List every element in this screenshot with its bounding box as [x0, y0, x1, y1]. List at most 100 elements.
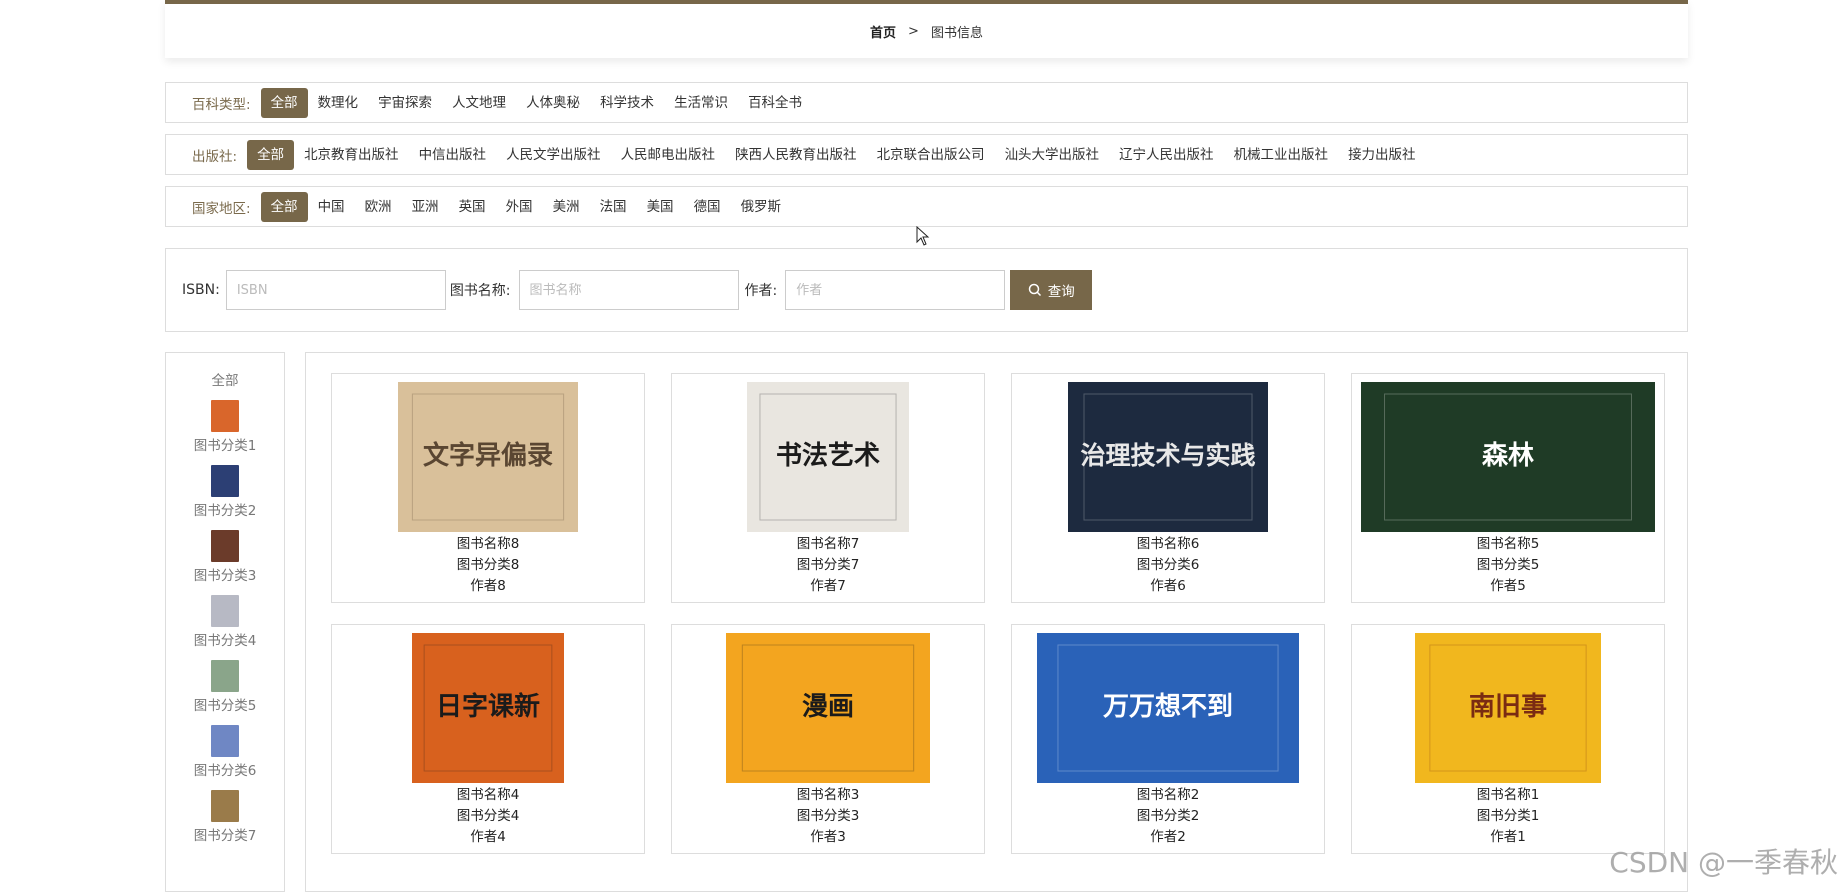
- filter-option[interactable]: 俄罗斯: [731, 192, 792, 222]
- category-item[interactable]: 图书分类1: [166, 400, 284, 454]
- category-item[interactable]: 图书分类3: [166, 530, 284, 584]
- category-item[interactable]: 图书分类4: [166, 595, 284, 649]
- breadcrumb: 首页 > 图书信息: [165, 0, 1688, 58]
- book-card[interactable]: 书法艺术 图书名称7 图书分类7 作者7: [671, 373, 985, 603]
- filter-option[interactable]: 全部: [260, 87, 308, 118]
- book-cover-image: 治理技术与实践: [1068, 382, 1268, 532]
- breadcrumb-home[interactable]: 首页: [870, 22, 896, 41]
- book-meta: 图书名称2 图书分类2 作者2: [1012, 785, 1324, 848]
- filter-option[interactable]: 英国: [449, 192, 496, 222]
- category-item[interactable]: 图书分类2: [166, 465, 284, 519]
- book-card[interactable]: 漫画图书名称3 图书分类3 作者3: [671, 624, 985, 854]
- book-card[interactable]: 治理技术与实践 图书名称6 图书分类6 作者6: [1011, 373, 1325, 603]
- filter-option[interactable]: 全部: [260, 191, 308, 222]
- book-title: 图书名称2: [1136, 787, 1200, 803]
- filter-option[interactable]: 北京教育出版社: [294, 140, 409, 170]
- filter-row-region: 国家地区: 全部 中国 欧洲 亚洲 英国 外国 美洲 法国 美国 德国 俄罗斯: [165, 186, 1688, 227]
- filter-option[interactable]: 法国: [590, 192, 637, 222]
- book-grid: 文字异偏录 图书名称8 图书分类8 作者8 书法艺术 图书名称7 图书分类7 作者7 治理技术与…: [305, 352, 1688, 892]
- author-input[interactable]: [785, 270, 1006, 310]
- breadcrumb-separator: >: [908, 23, 919, 39]
- filter-option[interactable]: 欧洲: [355, 192, 402, 222]
- category-thumbnail: [211, 595, 239, 627]
- book-card[interactable]: 日字课新图书名称4 图书分类4 作者4: [331, 624, 645, 854]
- book-cover-title: 漫画: [802, 692, 854, 722]
- isbn-label: ISBN:: [182, 282, 220, 298]
- breadcrumb-current: 图书信息: [930, 25, 983, 41]
- filter-option[interactable]: 人文地理: [442, 88, 516, 118]
- book-author: 作者4: [470, 829, 506, 845]
- book-cover-title: 书法艺术: [776, 441, 880, 471]
- book-card[interactable]: 南旧事 图书名称1 图书分类1 作者1: [1351, 624, 1665, 854]
- category-name: 图书分类3: [193, 568, 257, 584]
- search-button-label: 查询: [1047, 284, 1075, 299]
- book-category: 图书分类1: [1476, 808, 1540, 824]
- filter-option[interactable]: 人体奥秘: [516, 88, 590, 118]
- book-cover-image: 文字异偏录: [398, 382, 578, 532]
- book-name-input[interactable]: [518, 270, 739, 310]
- filter-option[interactable]: 机械工业出版社: [1224, 140, 1339, 170]
- category-thumbnail: [211, 530, 239, 562]
- category-item[interactable]: 图书分类5: [166, 660, 284, 714]
- book-cover-title: 日字课新: [436, 691, 540, 722]
- filter-option[interactable]: 德国: [684, 192, 731, 222]
- category-thumbnail: [211, 465, 239, 497]
- category-thumbnail: [211, 660, 239, 692]
- author-label: 作者:: [744, 283, 778, 299]
- filter-option[interactable]: 宇宙探索: [368, 88, 442, 118]
- book-author: 作者7: [810, 578, 846, 594]
- book-cover-title: 治理技术与实践: [1080, 441, 1255, 470]
- book-meta: 图书名称3 图书分类3 作者3: [672, 785, 984, 848]
- book-meta: 图书名称1 图书分类1 作者1: [1352, 785, 1664, 848]
- category-item[interactable]: 图书分类6: [166, 725, 284, 779]
- filter-option[interactable]: 中国: [308, 192, 355, 222]
- category-name: 图书分类2: [193, 503, 257, 519]
- book-meta: 图书名称4 图书分类4 作者4: [332, 785, 644, 848]
- category-item[interactable]: 图书分类7: [166, 790, 284, 844]
- book-card[interactable]: 万万想不到图书名称2 图书分类2 作者2: [1011, 624, 1325, 854]
- book-cover-image: 万万想不到: [1037, 633, 1299, 783]
- book-category: 图书分类5: [1476, 557, 1540, 573]
- book-card[interactable]: 森林 图书名称5 图书分类5 作者5: [1351, 373, 1665, 603]
- filter-option[interactable]: 辽宁人民出版社: [1109, 140, 1224, 170]
- filter-option[interactable]: 美洲: [543, 192, 590, 222]
- filter-option[interactable]: 全部: [247, 139, 295, 170]
- filter-option[interactable]: 生活常识: [664, 88, 738, 118]
- filter-option[interactable]: 接力出版社: [1338, 140, 1426, 170]
- filter-option[interactable]: 北京联合出版公司: [867, 140, 995, 170]
- book-card[interactable]: 文字异偏录 图书名称8 图书分类8 作者8: [331, 373, 645, 603]
- book-title: 图书名称8: [456, 536, 520, 552]
- filter-option[interactable]: 美国: [637, 192, 684, 222]
- filter-option[interactable]: 外国: [496, 192, 543, 222]
- book-meta: 图书名称5 图书分类5 作者5: [1352, 534, 1664, 597]
- category-name: 图书分类7: [193, 828, 257, 844]
- filter-option[interactable]: 陕西人民教育出版社: [725, 140, 867, 170]
- category-name: 图书分类6: [193, 763, 257, 779]
- filter-option[interactable]: 百科全书: [738, 88, 812, 118]
- book-cover-title: 万万想不到: [1103, 692, 1233, 722]
- search-icon: [1028, 283, 1041, 297]
- book-author: 作者5: [1490, 578, 1526, 594]
- filter-option[interactable]: 人民文学出版社: [496, 140, 611, 170]
- category-name: 图书分类4: [193, 633, 257, 649]
- category-thumbnail: [211, 725, 239, 757]
- category-all[interactable]: 全部: [166, 369, 284, 389]
- filter-option[interactable]: 亚洲: [402, 192, 449, 222]
- filter-option[interactable]: 汕头大学出版社: [995, 140, 1110, 170]
- filter-label: 百科类型:: [192, 96, 251, 113]
- isbn-input[interactable]: [225, 270, 446, 310]
- book-category: 图书分类8: [456, 557, 520, 573]
- book-cover-title: 文字异偏录: [423, 440, 553, 471]
- filter-option[interactable]: 数理化: [308, 88, 369, 118]
- filter-option[interactable]: 人民邮电出版社: [611, 140, 726, 170]
- book-author: 作者6: [1150, 578, 1186, 594]
- filter-row-publisher: 出版社: 全部 北京教育出版社 中信出版社 人民文学出版社 人民邮电出版社 陕西人民教育出版…: [165, 134, 1688, 175]
- book-title: 图书名称4: [456, 787, 520, 803]
- category-sidebar: 全部 图书分类1 图书分类2 图书分类3 图书分类4 图书分类5 图书分类6 图书分类7: [165, 352, 285, 892]
- filter-option[interactable]: 科学技术: [590, 88, 664, 118]
- filter-option[interactable]: 中信出版社: [409, 140, 497, 170]
- book-title: 图书名称5: [1476, 536, 1540, 552]
- book-title: 图书名称6: [1136, 536, 1200, 552]
- search-button[interactable]: 查询: [1010, 270, 1093, 310]
- book-cover-image: 书法艺术: [747, 382, 909, 532]
